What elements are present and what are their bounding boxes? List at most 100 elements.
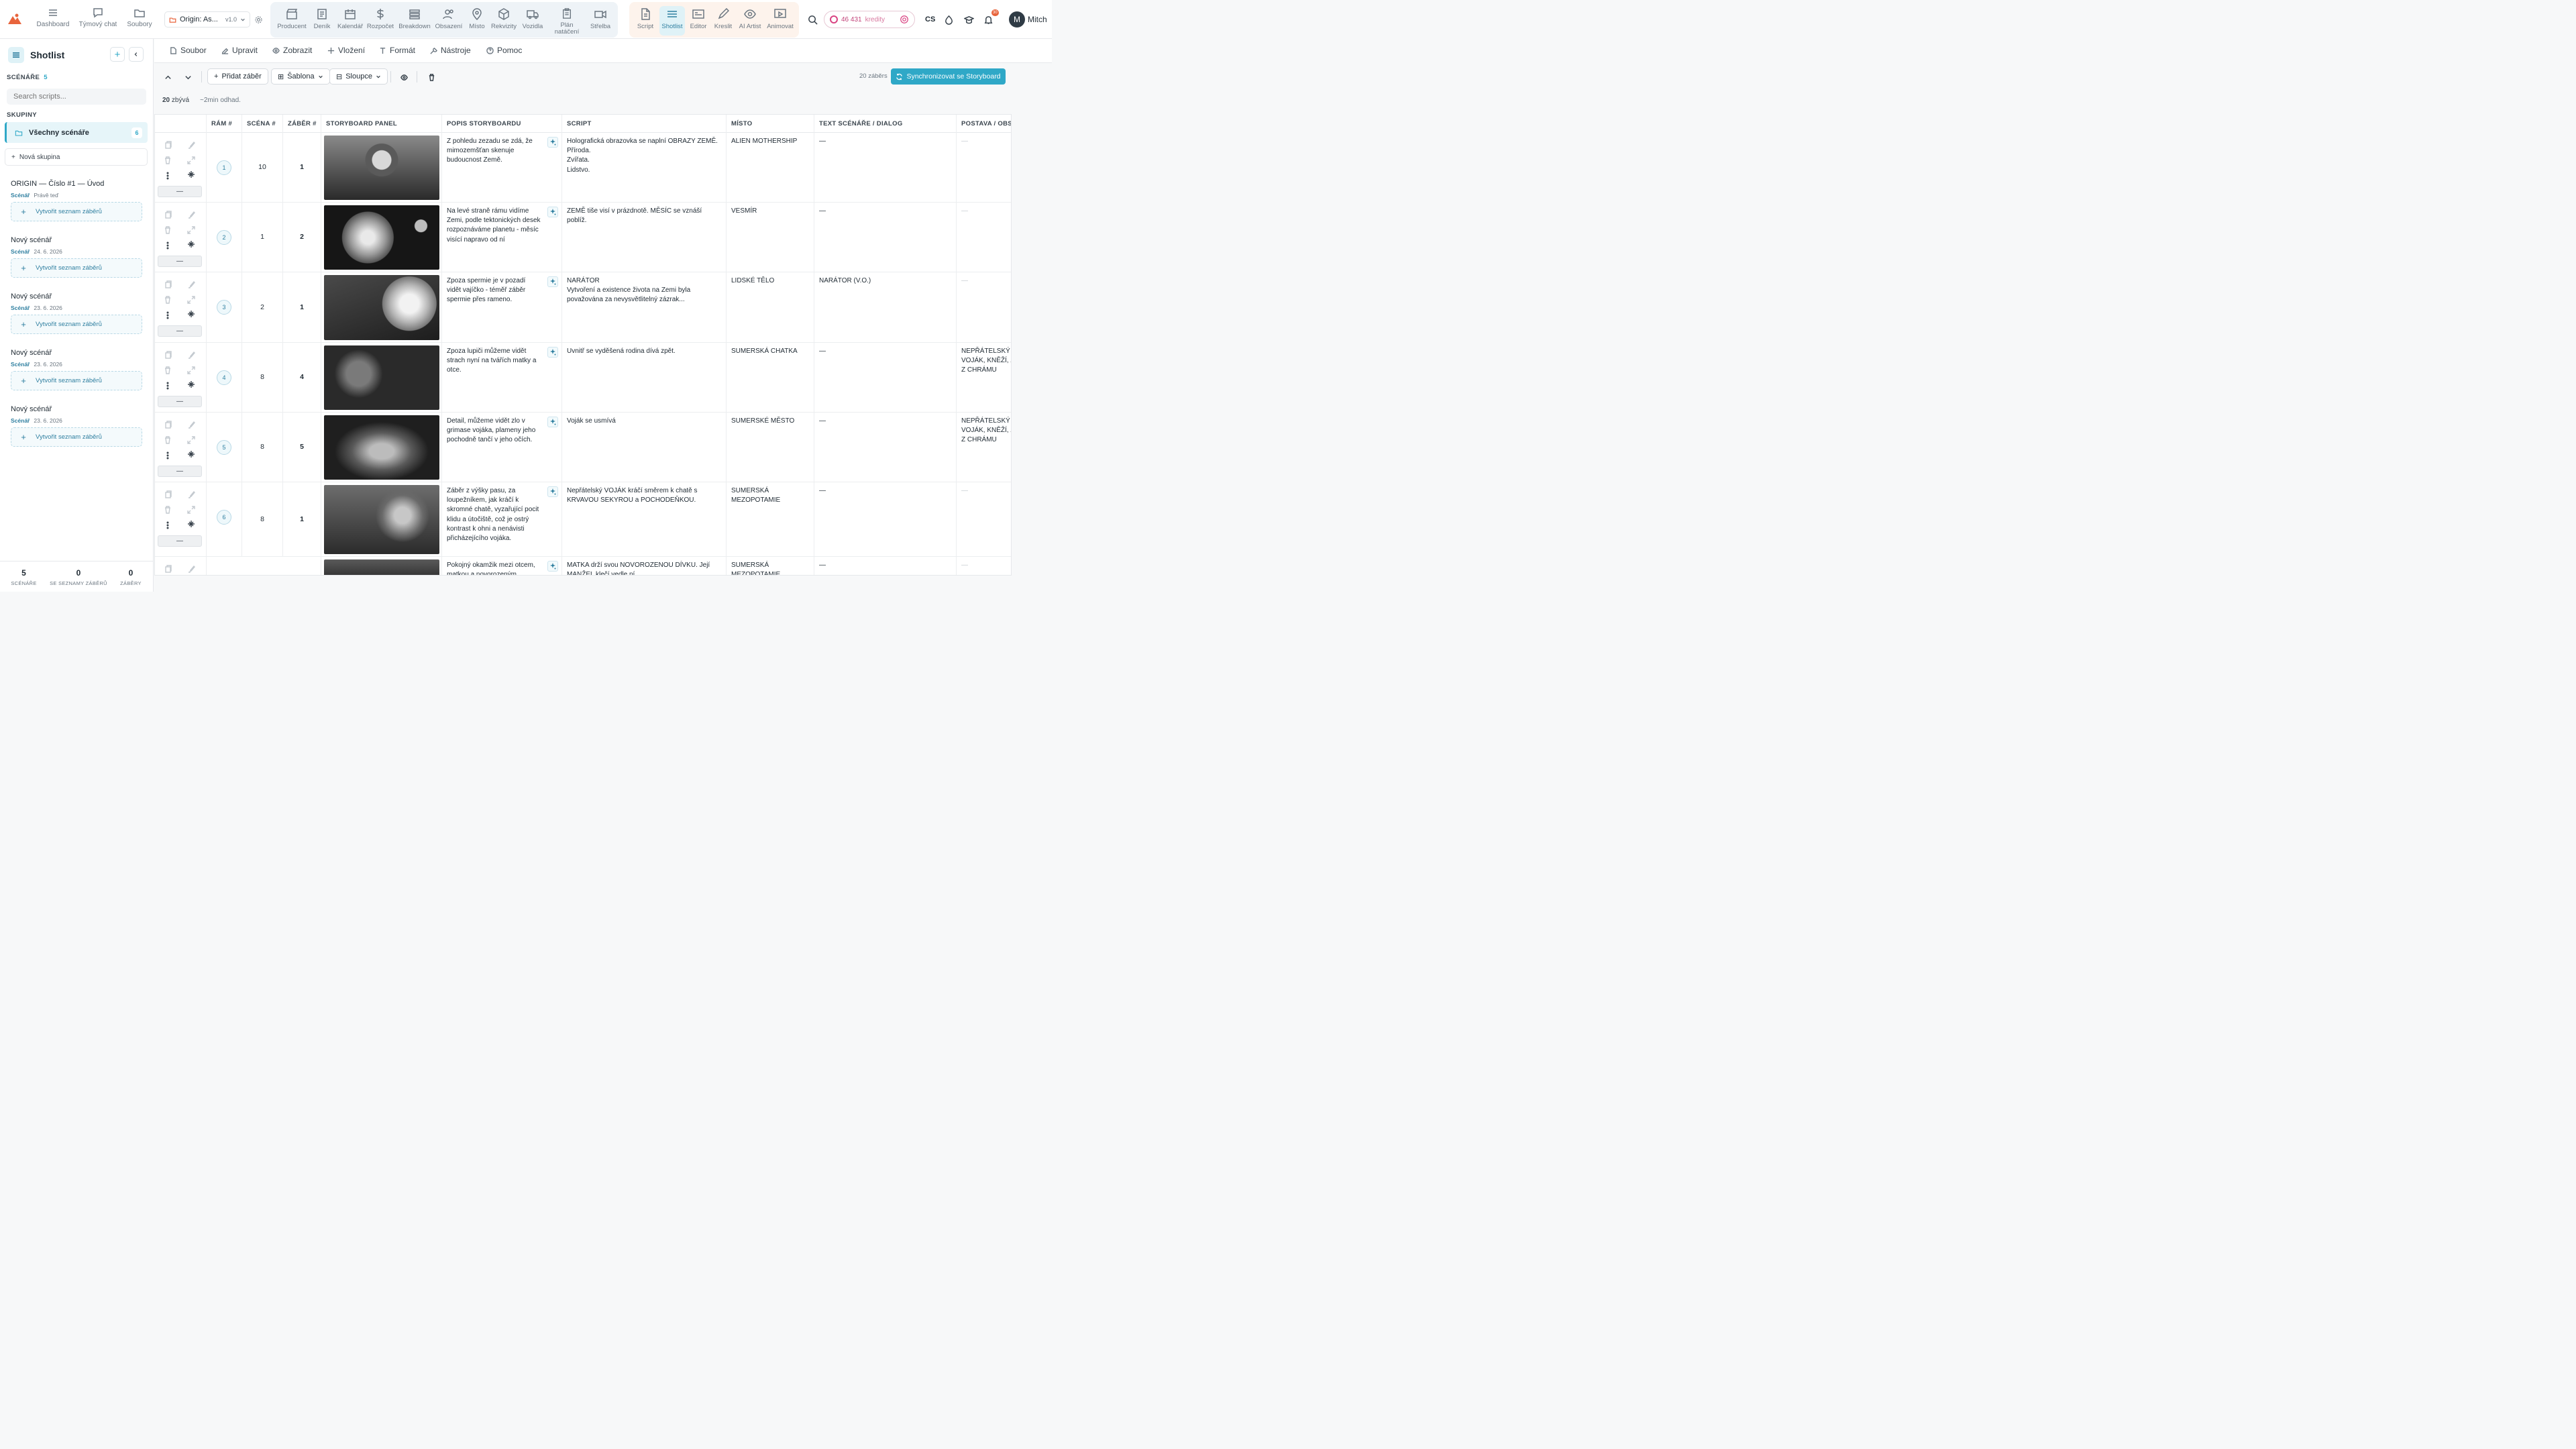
tool-obsazeni[interactable]: Obsazení [433, 6, 465, 36]
add-script-button[interactable]: + [110, 47, 125, 62]
more-icon[interactable] [164, 521, 172, 529]
duration-field[interactable]: — [158, 256, 202, 267]
more-icon[interactable] [164, 311, 172, 319]
frame-number-badge[interactable]: 3 [217, 300, 231, 315]
duration-field[interactable]: — [158, 466, 202, 477]
table-row[interactable]: — 6 8 1 Záběr z výšky pasu, za loupežník… [155, 482, 1011, 557]
delete-button[interactable] [425, 71, 437, 83]
shot-number-cell[interactable]: 4 [282, 343, 321, 412]
menu-nastroje[interactable]: Nástroje [430, 46, 471, 55]
copy-icon[interactable] [164, 211, 172, 219]
table-row[interactable]: — 4 8 4 Zpoza lupiči můžeme vidět strach… [155, 343, 1011, 413]
brush-icon[interactable] [187, 211, 195, 219]
dialog-cell[interactable]: — [814, 343, 956, 412]
ai-generate-button[interactable] [547, 561, 558, 572]
create-shotlist-button[interactable]: + Vytvořit seznam záběrů [11, 371, 142, 390]
character-cell[interactable]: NEPŘÁTELSKÝ VOJÁK, KNĚŽÍ, ŽENY Z CHRÁMU [956, 413, 1011, 482]
script-cell[interactable]: MATKA drží svou NOVOROZENOU DÍVKU. Její … [561, 557, 726, 575]
shot-number-cell[interactable]: 1 [282, 482, 321, 556]
shot-number-cell[interactable]: 1 [282, 133, 321, 202]
dialog-cell[interactable]: — [814, 203, 956, 272]
preview-button[interactable] [398, 71, 410, 83]
character-cell[interactable]: — [956, 557, 1011, 575]
dialog-cell[interactable]: — [814, 482, 956, 556]
shot-number-cell[interactable]: 2 [282, 203, 321, 272]
ai-generate-button[interactable] [547, 417, 558, 427]
tool-rozpocet[interactable]: Rozpočet [365, 6, 396, 36]
dialog-cell[interactable]: — [814, 557, 956, 575]
scene-number-cell[interactable]: 8 [241, 482, 282, 556]
brush-icon[interactable] [187, 490, 195, 498]
description-cell[interactable]: Zpoza lupiči můžeme vidět strach nyní na… [441, 343, 561, 412]
dialog-cell[interactable]: — [814, 413, 956, 482]
trash-icon[interactable] [164, 226, 172, 234]
location-cell[interactable]: SUMERSKÁ CHATKA [726, 343, 814, 412]
storyboard-image[interactable] [324, 415, 439, 480]
project-selector[interactable]: Origin: As... v1.0 [164, 11, 250, 28]
column-header[interactable]: POSTAVA / OBSA [956, 115, 1011, 133]
expand-icon[interactable] [187, 506, 195, 514]
column-header[interactable]: RÁM # [206, 115, 241, 133]
language-switch[interactable]: CS [925, 15, 935, 23]
trash-icon[interactable] [164, 296, 172, 304]
frame-number-badge[interactable]: 6 [217, 510, 231, 525]
duration-field[interactable]: — [158, 325, 202, 337]
script-item[interactable]: Nový scénář Scénář 23. 6. 2026 + Vytvořit … [11, 349, 145, 390]
menu-pomoc[interactable]: Pomoc [486, 46, 522, 55]
menu-soubor[interactable]: Soubor [170, 46, 207, 55]
dashboard-button[interactable]: Dashboard [35, 7, 71, 34]
scene-number-cell[interactable]: 2 [241, 272, 282, 342]
script-item[interactable]: Nový scénář Scénář 23. 6. 2026 + Vytvořit … [11, 292, 145, 334]
search-button[interactable] [806, 13, 819, 26]
tool-kalendar[interactable]: Kalendář [335, 6, 366, 36]
tool-rekvizity[interactable]: Rekvizity [489, 6, 519, 36]
column-header[interactable]: ZÁBĚR # [282, 115, 321, 133]
description-cell[interactable]: Zpoza spermie je v pozadí vidět vajíčko … [441, 272, 561, 342]
collapse-sidebar-button[interactable] [129, 47, 144, 62]
trash-icon[interactable] [164, 436, 172, 444]
column-header[interactable]: MÍSTO [726, 115, 814, 133]
tool-misto[interactable]: Místo [462, 6, 492, 36]
trash-icon[interactable] [164, 156, 172, 164]
create-shotlist-button[interactable]: + Vytvořit seznam záběrů [11, 258, 142, 278]
move-down-button[interactable] [182, 71, 194, 83]
tool-ai-artist[interactable]: AI Artist [735, 6, 765, 36]
tool-denik[interactable]: Deník [307, 6, 337, 36]
character-cell[interactable]: NEPŘÁTELSKÝ VOJÁK, KNĚŽÍ, ŽENY Z CHRÁMU [956, 343, 1011, 412]
character-cell[interactable]: — [956, 133, 1011, 202]
location-cell[interactable]: LIDSKÉ TĚLO [726, 272, 814, 342]
group-all-scripts[interactable]: Všechny scénáře 6 [5, 122, 148, 143]
duration-field[interactable]: — [158, 535, 202, 547]
duration-field[interactable]: — [158, 186, 202, 197]
location-cell[interactable]: SUMERSKÁ MEZOPOTAMIE [726, 557, 814, 575]
scene-number-cell[interactable]: 8 [241, 413, 282, 482]
storyboard-image[interactable] [324, 345, 439, 410]
scene-number-cell[interactable]: 8 [241, 343, 282, 412]
more-icon[interactable] [164, 241, 172, 250]
column-header[interactable]: SCÉNA # [241, 115, 282, 133]
location-cell[interactable]: ALIEN MOTHERSHIP [726, 133, 814, 202]
tool-producent[interactable]: Producent [276, 6, 307, 36]
expand-icon[interactable] [187, 156, 195, 164]
frame-number-badge[interactable]: 1 [217, 160, 231, 175]
table-row[interactable]: — 2 1 2 Na levé straně rámu vidíme Zemi,… [155, 203, 1011, 272]
script-cell[interactable]: NARÁTOR Vytvoření a existence života na … [561, 272, 726, 342]
academy-button[interactable] [962, 13, 975, 26]
location-cell[interactable]: SUMERSKÉ MĚSTO [726, 413, 814, 482]
column-header[interactable]: STORYBOARD PANEL [321, 115, 441, 133]
trash-icon[interactable] [164, 506, 172, 514]
tool-animovat[interactable]: Animovat [763, 6, 797, 36]
storyboard-image[interactable] [324, 559, 439, 575]
column-header[interactable]: SCRIPT [561, 115, 726, 133]
copy-icon[interactable] [164, 280, 172, 288]
script-item[interactable]: Nový scénář Scénář 23. 6. 2026 + Vytvořit … [11, 405, 145, 447]
theme-toggle[interactable] [942, 13, 955, 26]
sidebar-menu-button[interactable] [8, 47, 24, 63]
description-cell[interactable]: Detail, můžeme vidět zlo v grimase voják… [441, 413, 561, 482]
dialog-cell[interactable]: NARÁTOR (V.O.) [814, 272, 956, 342]
duration-field[interactable]: — [158, 396, 202, 407]
ai-generate-button[interactable] [547, 486, 558, 497]
scene-number-cell[interactable]: 10 [241, 133, 282, 202]
sparkle-icon[interactable] [187, 310, 195, 318]
ai-generate-button[interactable] [547, 347, 558, 358]
